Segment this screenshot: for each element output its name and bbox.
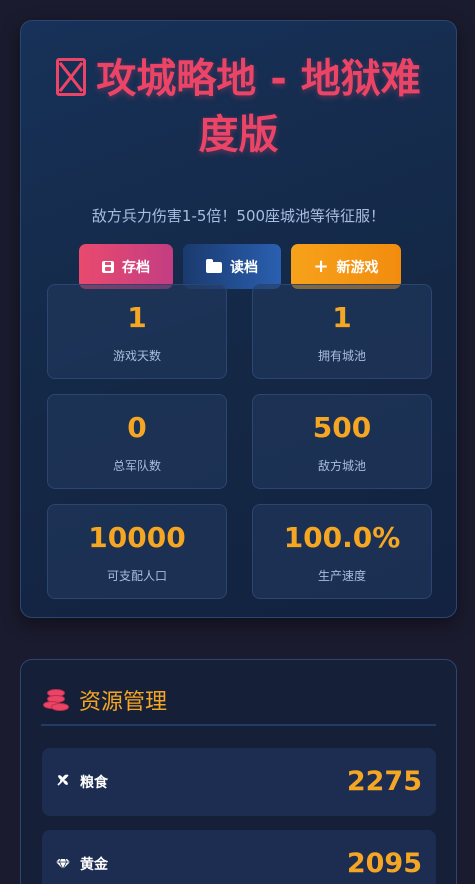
x-box-icon xyxy=(56,58,87,96)
load-button-label: 读档 xyxy=(230,259,258,276)
stat-production-speed: 100.0% 生产速度 xyxy=(252,504,432,599)
stat-value: 100.0% xyxy=(283,521,401,554)
stat-value: 1 xyxy=(332,301,352,334)
save-button-label: 存档 xyxy=(122,259,150,276)
resource-row-food: 粮食 2275 xyxy=(42,748,436,816)
stat-available-population: 10000 可支配人口 xyxy=(47,504,227,599)
gem-icon xyxy=(56,858,70,870)
resource-management-card: 资源管理 粮食 2275 黄金 2095 xyxy=(20,659,457,884)
stat-label: 拥有城池 xyxy=(317,349,366,363)
stat-total-troops: 0 总军队数 xyxy=(47,394,227,489)
new-game-button[interactable]: + 新游戏 xyxy=(291,244,401,289)
stat-label: 游戏天数 xyxy=(112,349,161,363)
game-header-card: 攻城略地 - 地狱难度版 敌方兵力伤害1-5倍！500座城池等待征服！ 存档 读… xyxy=(20,20,457,618)
load-button[interactable]: 读档 xyxy=(183,244,281,289)
resource-name-text: 粮食 xyxy=(80,775,108,791)
stat-value: 10000 xyxy=(88,521,186,554)
resource-name: 粮食 xyxy=(56,772,108,792)
title-text: 攻城略地 - 地狱难度版 xyxy=(96,56,421,158)
stat-label: 生产速度 xyxy=(317,569,366,583)
stat-value: 500 xyxy=(312,411,372,444)
resource-name-text: 黄金 xyxy=(80,857,108,873)
stat-label: 可支配人口 xyxy=(106,569,167,583)
stat-label: 总军队数 xyxy=(112,459,161,473)
folder-open-icon xyxy=(206,259,222,273)
stat-game-days: 1 游戏天数 xyxy=(47,284,227,379)
page-title: 攻城略地 - 地狱难度版 xyxy=(21,51,456,163)
wheat-icon xyxy=(56,773,70,791)
page-subtitle: 敌方兵力伤害1-5倍！500座城池等待征服！ xyxy=(91,207,386,225)
resource-section-title: 资源管理 xyxy=(41,684,167,716)
floppy-disk-icon xyxy=(102,260,114,273)
stat-value: 1 xyxy=(127,301,147,334)
resource-row-gold: 黄金 2095 xyxy=(42,830,436,884)
stat-owned-cities: 1 拥有城池 xyxy=(252,284,432,379)
page: 攻城略地 - 地狱难度版 敌方兵力伤害1-5倍！500座城池等待征服！ 存档 读… xyxy=(0,0,475,884)
section-divider xyxy=(41,724,436,726)
new-game-button-label: 新游戏 xyxy=(336,259,379,276)
coins-icon xyxy=(41,687,69,713)
resource-value: 2095 xyxy=(346,848,422,879)
resource-title-text: 资源管理 xyxy=(79,690,168,715)
stat-value: 0 xyxy=(127,411,147,444)
stat-label: 敌方城池 xyxy=(317,459,366,473)
plus-icon: + xyxy=(313,255,329,277)
resource-name: 黄金 xyxy=(56,854,108,874)
save-button[interactable]: 存档 xyxy=(79,244,173,289)
resource-value: 2275 xyxy=(346,766,422,797)
stat-enemy-cities: 500 敌方城池 xyxy=(252,394,432,489)
action-buttons: 存档 读档 + 新游戏 xyxy=(21,244,456,289)
